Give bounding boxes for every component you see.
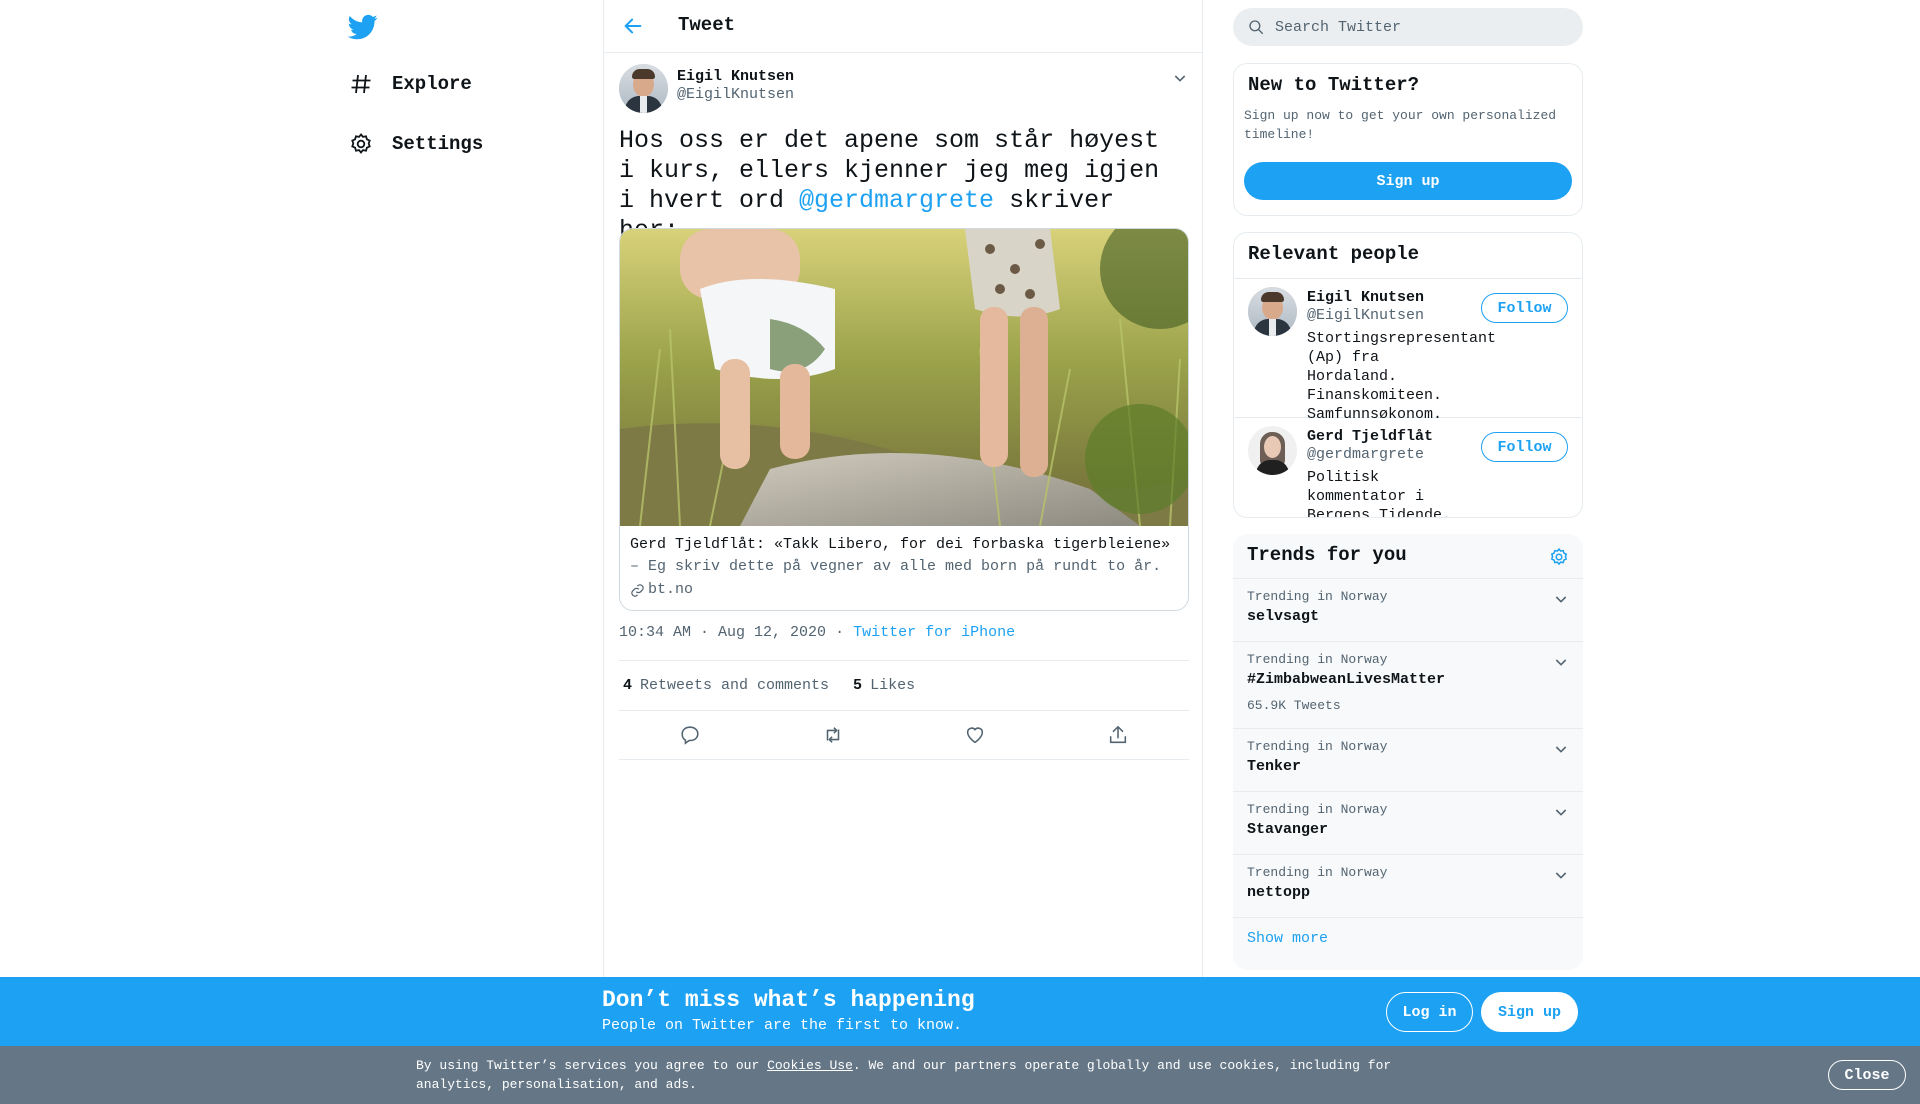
- page-title: Tweet: [678, 14, 736, 36]
- banner-title: Don’t miss what’s happening: [602, 987, 975, 1013]
- card-domain-text: bt.no: [648, 581, 694, 598]
- trend-item[interactable]: Trending in Norway #ZimbabweanLivesMatte…: [1233, 642, 1583, 729]
- link-card[interactable]: Gerd Tjeldflåt: «Takk Libero, for dei fo…: [619, 228, 1189, 611]
- trend-name: nettopp: [1247, 884, 1311, 901]
- trend-context: Trending in Norway: [1247, 739, 1388, 754]
- person-bio: Politisk kommentator i Bergens Tidende.: [1307, 469, 1452, 518]
- trends-header: Trends for you: [1233, 534, 1583, 579]
- tweet-source[interactable]: Twitter for iPhone: [853, 624, 1015, 641]
- author-handle: @EigilKnutsen: [677, 86, 795, 103]
- chevron-down-icon[interactable]: [1553, 654, 1569, 670]
- trend-item[interactable]: Trending in Norway Stavanger: [1233, 792, 1583, 855]
- nav-settings[interactable]: Settings: [348, 124, 483, 164]
- retweets-count[interactable]: 4: [623, 677, 632, 694]
- card-title: Gerd Tjeldflåt: «Takk Libero, for dei fo…: [630, 536, 1171, 553]
- trend-count: 65.9K Tweets: [1247, 698, 1341, 713]
- tweet-stats: 4 Retweets and comments 5 Likes: [619, 660, 1189, 711]
- trend-name: selvsagt: [1247, 608, 1320, 625]
- twitter-logo-icon[interactable]: [347, 12, 378, 42]
- cookies-use-link[interactable]: Cookies Use: [767, 1058, 853, 1073]
- cookie-text: By using Twitter’s services you agree to…: [416, 1056, 1416, 1094]
- person-handle: @EigilKnutsen: [1307, 307, 1425, 324]
- search-input[interactable]: [1275, 18, 1555, 36]
- new-to-twitter-panel: New to Twitter? Sign up now to get your …: [1233, 63, 1583, 216]
- relevant-people-title: Relevant people: [1234, 233, 1582, 279]
- chevron-down-icon[interactable]: [1172, 70, 1188, 86]
- chevron-down-icon[interactable]: [1553, 804, 1569, 820]
- trend-item[interactable]: Trending in Norway Tenker: [1233, 729, 1583, 792]
- trend-context: Trending in Norway: [1247, 865, 1388, 880]
- nav-explore[interactable]: Explore: [348, 64, 472, 104]
- tweet-header: Tweet: [604, 0, 1202, 53]
- person-name: Eigil Knutsen: [1307, 289, 1425, 306]
- gear-icon: [348, 131, 374, 157]
- signup-banner: Don’t miss what’s happening People on Tw…: [0, 977, 1920, 1046]
- search-bar[interactable]: [1233, 8, 1583, 46]
- mention-link[interactable]: @gerdmargrete: [799, 186, 994, 215]
- like-heart-icon[interactable]: [964, 724, 986, 746]
- new-to-twitter-subtitle: Sign up now to get your own personalized…: [1244, 108, 1557, 142]
- cookie-text-before: By using Twitter’s services you agree to…: [416, 1058, 768, 1073]
- tweet-time[interactable]: 10:34 AM · Aug 12, 2020: [619, 624, 826, 641]
- time-separator: ·: [835, 624, 845, 641]
- nav-settings-label: Settings: [392, 133, 484, 155]
- person-card[interactable]: Eigil Knutsen @EigilKnutsen Stortingsrep…: [1234, 279, 1582, 423]
- hashtag-icon: [348, 71, 374, 97]
- avatar[interactable]: [1248, 426, 1297, 475]
- trend-item[interactable]: Trending in Norway nettopp: [1233, 855, 1583, 918]
- trend-item[interactable]: Trending in Norway selvsagt: [1233, 579, 1583, 642]
- trend-name: Stavanger: [1247, 821, 1329, 838]
- chevron-down-icon[interactable]: [1553, 867, 1569, 883]
- trend-name: Tenker: [1247, 758, 1302, 775]
- card-domain: bt.no: [630, 578, 1178, 602]
- gear-icon[interactable]: [1549, 547, 1569, 567]
- author-name: Eigil Knutsen: [677, 68, 795, 85]
- follow-button[interactable]: Follow: [1481, 432, 1568, 462]
- trend-context: Trending in Norway: [1247, 589, 1388, 604]
- card-image: [620, 229, 1188, 526]
- back-arrow-icon[interactable]: [622, 15, 644, 37]
- retweets-label[interactable]: Retweets and comments: [640, 677, 829, 694]
- close-button[interactable]: Close: [1828, 1060, 1906, 1090]
- follow-button[interactable]: Follow: [1481, 293, 1568, 323]
- avatar[interactable]: [1248, 287, 1297, 336]
- reply-icon[interactable]: [679, 724, 701, 746]
- tweet-column: Tweet Eigil Knutsen @EigilKnutsen Hos os…: [603, 0, 1203, 980]
- new-to-twitter-title: New to Twitter?: [1248, 74, 1420, 96]
- signup-button[interactable]: Sign up: [1481, 992, 1578, 1032]
- trend-name: #ZimbabweanLivesMatter: [1247, 671, 1446, 688]
- chevron-down-icon[interactable]: [1553, 591, 1569, 607]
- retweet-icon[interactable]: [822, 724, 844, 746]
- chevron-down-icon[interactable]: [1553, 741, 1569, 757]
- show-more-link[interactable]: Show more: [1233, 918, 1583, 959]
- trends-panel: Trends for you Trending in Norway selvsa…: [1233, 534, 1583, 970]
- likes-count[interactable]: 5: [853, 677, 862, 694]
- person-name: Gerd Tjeldflåt: [1307, 428, 1434, 445]
- tweet-timestamp: 10:34 AM · Aug 12, 2020 · Twitter for iP…: [619, 624, 1015, 641]
- search-icon: [1249, 20, 1264, 35]
- person-card[interactable]: Gerd Tjeldflåt @gerdmargrete Politisk ko…: [1234, 418, 1582, 517]
- person-bio: Stortingsrepresentant (Ap) fra Hordaland…: [1307, 330, 1497, 423]
- likes-label[interactable]: Likes: [870, 677, 915, 694]
- author-avatar[interactable]: [619, 64, 668, 113]
- sidebar-signup-button[interactable]: Sign up: [1244, 162, 1572, 200]
- trend-context: Trending in Norway: [1247, 802, 1388, 817]
- trend-context: Trending in Norway: [1247, 652, 1388, 667]
- relevant-people-panel: Relevant people Eigil Knutsen @EigilKnut…: [1233, 232, 1583, 518]
- link-icon: [630, 583, 645, 598]
- share-icon[interactable]: [1107, 724, 1129, 746]
- tweet-actions: [619, 711, 1189, 760]
- trends-title: Trends for you: [1247, 544, 1407, 566]
- person-handle: @gerdmargrete: [1307, 446, 1425, 463]
- nav-explore-label: Explore: [392, 73, 472, 95]
- tweet-author[interactable]: Eigil Knutsen @EigilKnutsen: [619, 64, 794, 113]
- card-description: – Eg skriv dette på vegner av alle med b…: [630, 558, 1162, 575]
- cookie-notice: By using Twitter’s services you agree to…: [0, 1046, 1920, 1104]
- login-button[interactable]: Log in: [1386, 992, 1473, 1032]
- banner-subtitle: People on Twitter are the first to know.: [602, 1017, 963, 1034]
